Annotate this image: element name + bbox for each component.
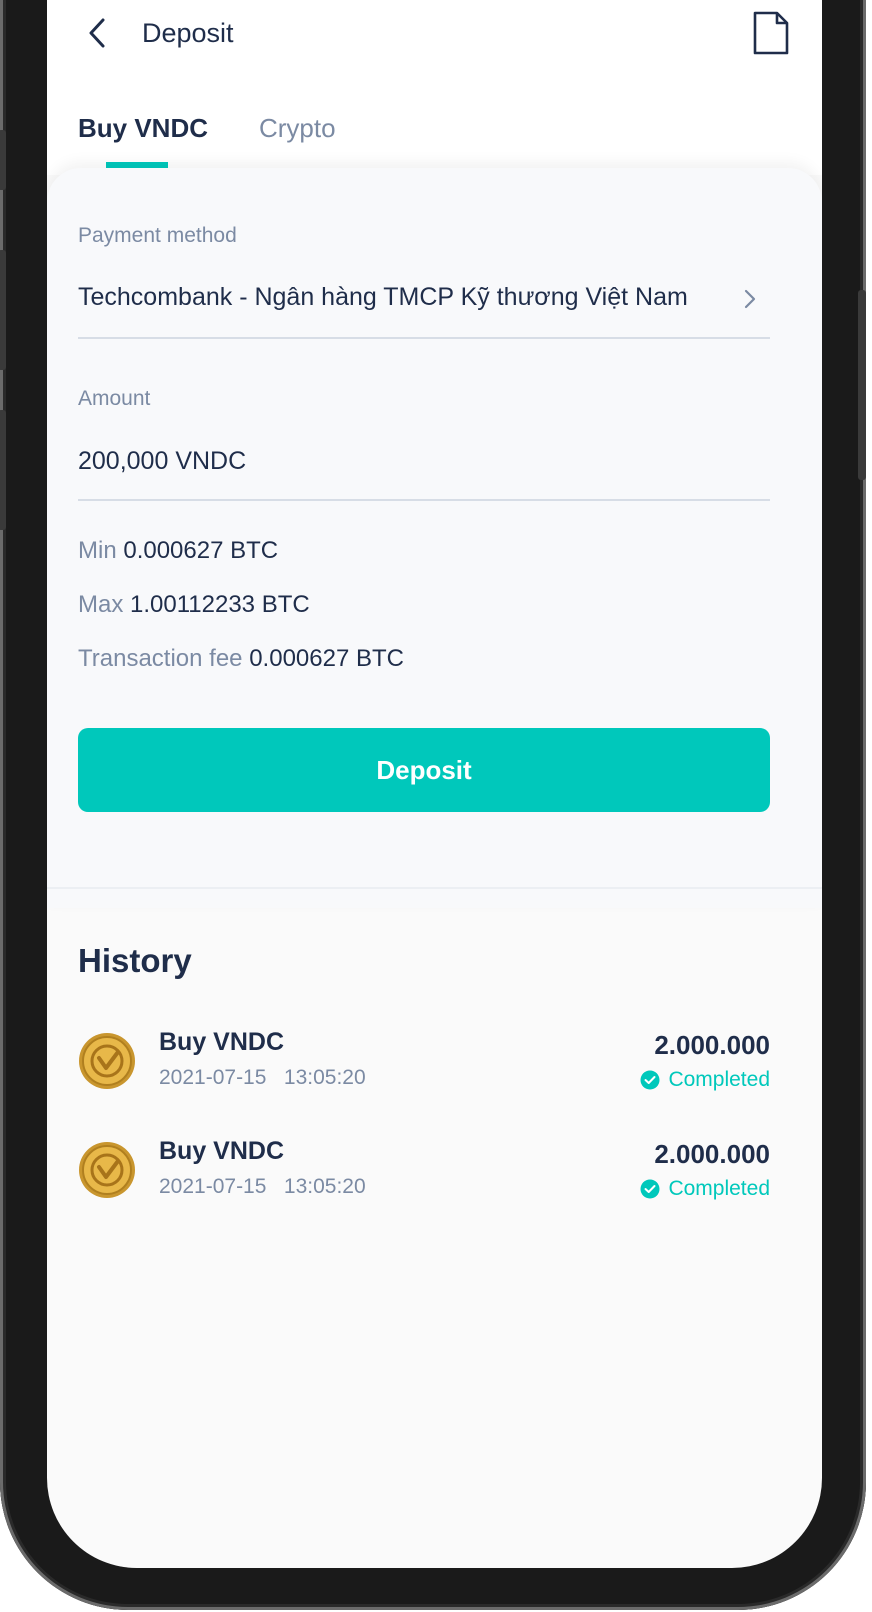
chevron-right-icon[interactable]: [741, 288, 759, 310]
history-item-time: 2021-07-15 13:05:20: [159, 1066, 366, 1089]
side-button: [0, 410, 6, 530]
chevron-left-icon[interactable]: [83, 16, 113, 50]
check-circle-icon: [640, 1070, 660, 1090]
page-title: Deposit: [142, 18, 234, 48]
fee-label: Transaction fee: [78, 645, 243, 672]
fee-info: Transaction fee 0.000627 BTC: [78, 645, 404, 673]
max-info: Max 1.00112233 BTC: [78, 591, 310, 619]
divider: [78, 499, 770, 501]
payment-method-select[interactable]: Techcombank - Ngân hàng TMCP Kỹ thương V…: [78, 283, 688, 312]
history-item-amount: 2.000.000: [654, 1030, 770, 1060]
tab-buy-vndc[interactable]: Buy VNDC: [78, 113, 208, 144]
vndc-coin-icon: [79, 1142, 135, 1198]
history-item-amount: 2.000.000: [654, 1139, 770, 1169]
max-value: 1.00112233 BTC: [130, 591, 310, 618]
history-item-status: Completed: [668, 1068, 770, 1091]
history-item-status: Completed: [668, 1177, 770, 1200]
header: Deposit Buy VNDC Crypto: [47, 0, 822, 175]
history-item-title: Buy VNDC: [159, 1137, 285, 1165]
history-row[interactable]: Buy VNDC 2021-07-15 13:05:20 2.000.000 C…: [47, 1028, 822, 1118]
history-row[interactable]: Buy VNDC 2021-07-15 13:05:20 2.000.000 C…: [47, 1137, 822, 1227]
fee-value: 0.000627 BTC: [249, 645, 404, 672]
history-item-title: Buy VNDC: [159, 1028, 285, 1056]
payment-method-label: Payment method: [78, 224, 237, 247]
history-item-time: 2021-07-15 13:05:20: [159, 1175, 366, 1198]
amount-input[interactable]: 200,000 VNDC: [78, 447, 246, 476]
history-title: History: [78, 942, 192, 979]
divider: [78, 337, 770, 339]
tab-crypto[interactable]: Crypto: [259, 113, 336, 144]
deposit-form-card: Payment method Techcombank - Ngân hàng T…: [47, 168, 822, 908]
phone-frame: Deposit Buy VNDC Crypto Payment method T…: [0, 0, 866, 1610]
max-label: Max: [78, 591, 124, 618]
deposit-button[interactable]: Deposit: [78, 728, 770, 812]
side-button: [0, 130, 6, 190]
min-value: 0.000627 BTC: [123, 537, 279, 564]
check-circle-icon: [640, 1179, 660, 1199]
amount-label: Amount: [78, 387, 151, 410]
document-icon[interactable]: [751, 10, 791, 56]
app-screen: Deposit Buy VNDC Crypto Payment method T…: [47, 0, 822, 1568]
vndc-coin-icon: [79, 1033, 135, 1089]
section-divider: [47, 887, 822, 889]
min-label: Min: [78, 537, 117, 564]
status-badge: Completed: [640, 1177, 770, 1201]
side-button: [0, 250, 6, 370]
min-info: Min 0.000627 BTC: [78, 537, 278, 565]
status-badge: Completed: [640, 1068, 770, 1092]
side-button: [858, 290, 866, 480]
